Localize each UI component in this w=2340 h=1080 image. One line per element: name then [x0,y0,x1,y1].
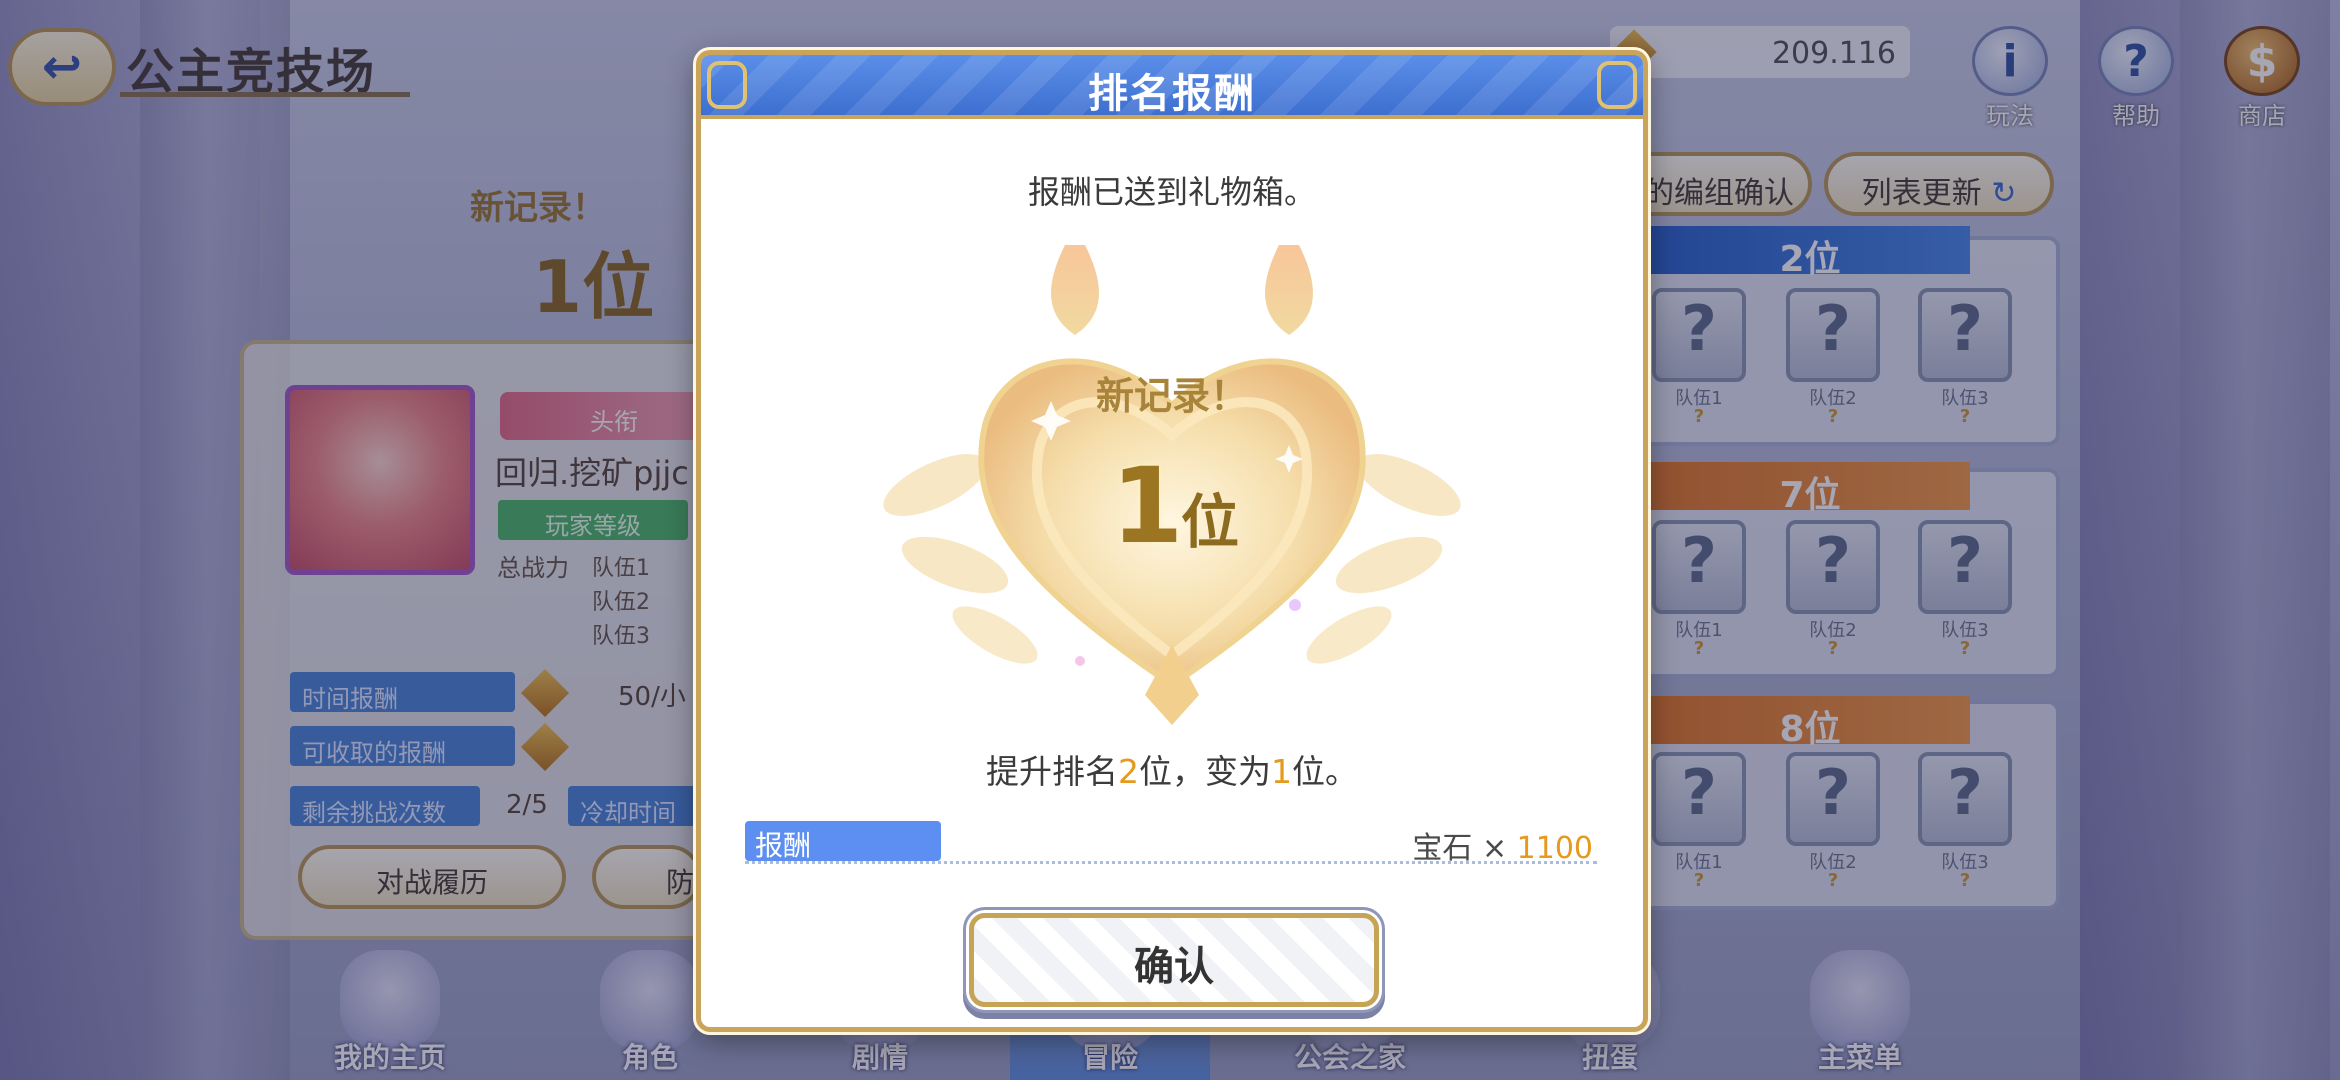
rank-reward-dialog: 排名报酬 报酬已送到礼物箱。 新记录！ 1 位 提升排名2位，变为1位。 报酬 … [696,50,1648,1032]
reward-label: 报酬 [745,821,941,862]
confirm-button[interactable]: 确认 [969,913,1379,1007]
dialog-message: 报酬已送到礼物箱。 [1027,173,1316,211]
rank-change-amount: 2 [1118,752,1139,791]
new-record-label: 新记录！ [1095,374,1248,418]
rank-unit: 位 [1181,488,1240,556]
rank-change-text: 提升排名2位，变为1位。 [986,752,1358,791]
rank-number: 1 [1111,445,1184,567]
dialog-title: 排名报酬 [1088,71,1256,117]
reward-divider [745,861,1597,864]
dialog-header: 排名报酬 [701,55,1643,119]
rank-change-new: 1 [1271,752,1292,791]
